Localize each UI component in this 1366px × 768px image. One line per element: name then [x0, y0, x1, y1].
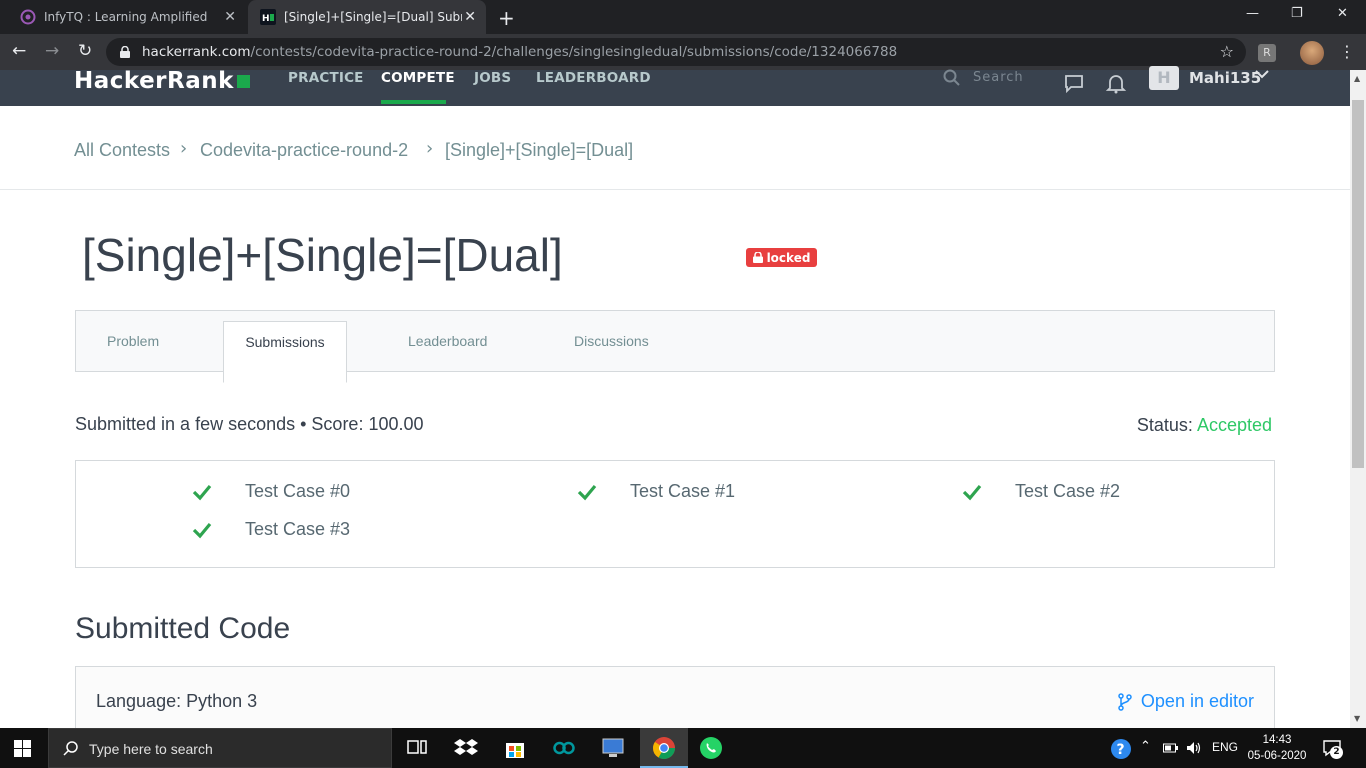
list-item: Test Case #0 — [192, 481, 350, 502]
browser-tab-strip: InfyTQ : Learning Amplified ✕ H [Single]… — [0, 0, 1366, 34]
restore-icon[interactable]: ❐ — [1291, 6, 1303, 21]
lock-icon — [752, 252, 763, 263]
lock-icon — [120, 46, 130, 58]
scroll-thumb[interactable] — [1352, 100, 1364, 468]
scroll-up-icon[interactable]: ▲ — [1354, 74, 1360, 83]
page-title: [Single]+[Single]=[Dual] — [82, 229, 563, 281]
browser-tab-title: InfyTQ : Learning Amplified — [44, 10, 208, 24]
chevron-down-icon[interactable] — [1254, 66, 1270, 82]
breadcrumb-contest[interactable]: Codevita-practice-round-2 — [200, 140, 408, 161]
svg-text:?: ? — [1117, 742, 1125, 758]
whatsapp-icon[interactable] — [699, 736, 723, 760]
site-header: HackerRank PRACTICE COMPETE JOBS LEADERB… — [0, 66, 1350, 106]
section-title: Submitted Code — [75, 612, 291, 645]
close-window-icon[interactable]: ✕ — [1337, 6, 1348, 21]
page-scrollbar[interactable]: ▲ ▼ — [1350, 70, 1366, 728]
extension-icon[interactable]: R — [1258, 44, 1276, 62]
tab-discussions[interactable]: Discussions — [574, 311, 649, 372]
close-tab-icon[interactable]: ✕ — [224, 9, 236, 25]
chevron-up-icon[interactable]: ⌃ — [1140, 738, 1151, 754]
search-icon — [63, 741, 78, 756]
chrome-taskbar-button[interactable] — [640, 728, 688, 768]
list-item: Test Case #1 — [577, 481, 735, 502]
list-item: Test Case #2 — [962, 481, 1120, 502]
search-icon — [943, 69, 960, 86]
check-icon — [192, 522, 212, 538]
chrome-icon — [653, 737, 675, 759]
url-text: hackerrank.com/contests/codevita-practic… — [142, 44, 898, 60]
chevron-right-icon: › — [180, 138, 188, 159]
new-tab-icon[interactable]: + — [498, 6, 515, 30]
dropbox-icon[interactable] — [454, 736, 478, 760]
minimize-icon[interactable]: — — [1246, 6, 1259, 21]
status-badge: Accepted — [1196, 415, 1272, 435]
volume-icon[interactable] — [1186, 740, 1202, 756]
submission-status: Status: Accepted — [1136, 415, 1272, 435]
notifications-bell-icon[interactable] — [1105, 72, 1127, 94]
username[interactable]: Mahi135 — [1189, 69, 1261, 87]
browser-tab-hackerrank[interactable]: H [Single]+[Single]=[Dual] Submiss ✕ — [248, 0, 486, 34]
nav-leaderboard[interactable]: LEADERBOARD — [536, 70, 651, 86]
clock[interactable]: 14:43 05-06-2020 — [1246, 732, 1308, 764]
svg-text:H: H — [262, 14, 270, 24]
code-panel: Language: Python 3 Open in editor — [75, 666, 1275, 736]
arduino-icon[interactable] — [552, 736, 576, 760]
tab-submissions[interactable]: Submissions — [223, 321, 347, 383]
search-input[interactable]: Search — [973, 70, 1024, 85]
tab-leaderboard[interactable]: Leaderboard — [408, 311, 487, 372]
user-avatar[interactable]: H — [1149, 66, 1179, 90]
notification-count: 2 — [1330, 746, 1343, 759]
address-bar[interactable]: hackerrank.com/contests/codevita-practic… — [106, 38, 1246, 66]
breadcrumb-all-contests[interactable]: All Contests — [74, 140, 170, 161]
chrome-menu-icon[interactable]: ⋮ — [1339, 42, 1355, 61]
open-in-editor-link[interactable]: Open in editor — [1117, 691, 1254, 712]
language-indicator[interactable]: ENG — [1212, 740, 1238, 754]
messages-icon[interactable] — [1063, 72, 1085, 94]
hackerrank-favicon-icon: H — [260, 9, 276, 25]
breadcrumb: All Contests › Codevita-practice-round-2… — [0, 106, 1350, 190]
nav-compete[interactable]: COMPETE — [381, 70, 455, 86]
locked-badge: locked — [746, 248, 817, 267]
list-item: Test Case #3 — [192, 519, 350, 540]
windows-start-icon[interactable] — [14, 740, 31, 757]
active-nav-indicator — [381, 100, 446, 104]
infytq-favicon-icon — [20, 9, 36, 25]
taskbar-search-input[interactable]: Type here to search — [48, 728, 392, 768]
language-label: Language: Python 3 — [96, 691, 258, 711]
chevron-right-icon: › — [426, 138, 434, 159]
check-icon — [577, 484, 597, 500]
browser-toolbar: ← → ↻ hackerrank.com/contests/codevita-p… — [0, 34, 1366, 70]
nav-jobs[interactable]: JOBS — [474, 70, 511, 86]
notification-center-icon[interactable]: 2 — [1322, 738, 1343, 759]
forward-icon[interactable]: → — [45, 41, 59, 61]
branch-icon — [1118, 692, 1132, 711]
test-case-list: Test Case #0 Test Case #1 Test Case #2 T… — [75, 460, 1275, 568]
challenge-tabs: Problem Submissions Leaderboard Discussi… — [75, 310, 1275, 383]
check-icon — [192, 484, 212, 500]
check-icon — [962, 484, 982, 500]
store-icon[interactable] — [503, 736, 527, 760]
tab-problem[interactable]: Problem — [107, 311, 159, 372]
submission-meta: Submitted in a few seconds • Score: 100.… — [75, 414, 424, 434]
windows-taskbar: Type here to search ? ⌃ ENG 14:43 05-06-… — [0, 728, 1366, 768]
back-icon[interactable]: ← — [12, 41, 26, 61]
task-view-icon[interactable] — [405, 736, 429, 760]
close-tab-icon[interactable]: ✕ — [464, 9, 476, 25]
profile-avatar[interactable] — [1300, 41, 1324, 65]
browser-tab-infytq[interactable]: InfyTQ : Learning Amplified ✕ — [8, 0, 246, 34]
bookmark-star-icon[interactable]: ☆ — [1220, 42, 1234, 61]
scroll-down-icon[interactable]: ▼ — [1354, 714, 1360, 723]
hackerrank-logo[interactable]: HackerRank — [74, 68, 250, 94]
nav-practice[interactable]: PRACTICE — [288, 70, 364, 86]
battery-icon[interactable] — [1163, 742, 1179, 754]
help-icon[interactable]: ? — [1110, 738, 1132, 760]
desktop-app-icon[interactable] — [601, 736, 625, 760]
breadcrumb-challenge[interactable]: [Single]+[Single]=[Dual] — [445, 140, 633, 161]
browser-tab-title: [Single]+[Single]=[Dual] Submiss — [284, 10, 462, 24]
reload-icon[interactable]: ↻ — [78, 41, 92, 61]
